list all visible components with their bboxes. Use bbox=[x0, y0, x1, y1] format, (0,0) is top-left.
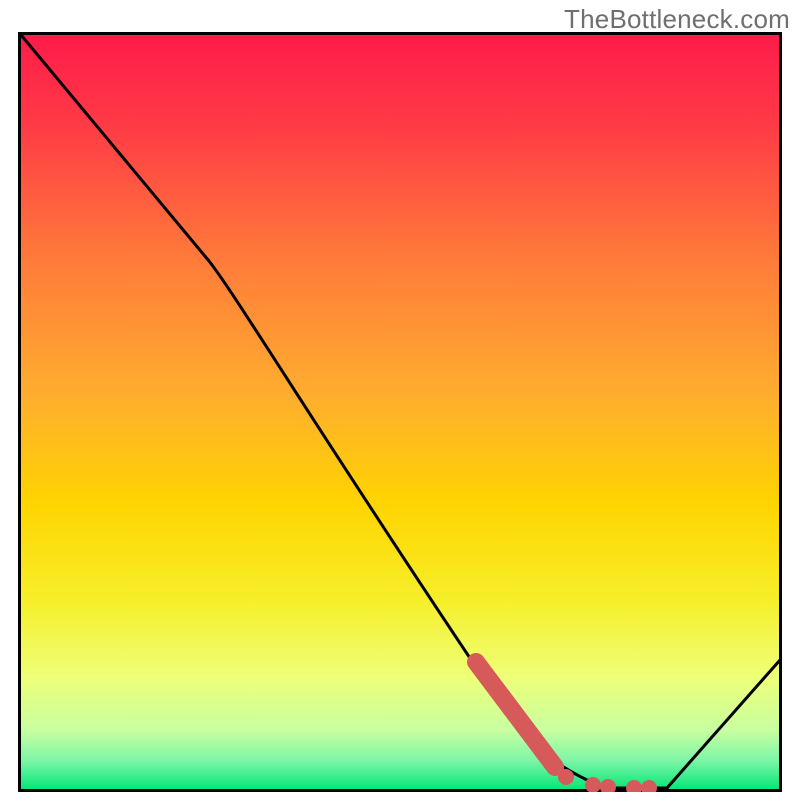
gradient-background bbox=[20, 34, 781, 791]
chart-stage: TheBottleneck.com bbox=[0, 0, 800, 800]
marker-dot bbox=[558, 769, 574, 785]
bottleneck-chart bbox=[18, 32, 782, 792]
watermark-text: TheBottleneck.com bbox=[564, 4, 790, 35]
